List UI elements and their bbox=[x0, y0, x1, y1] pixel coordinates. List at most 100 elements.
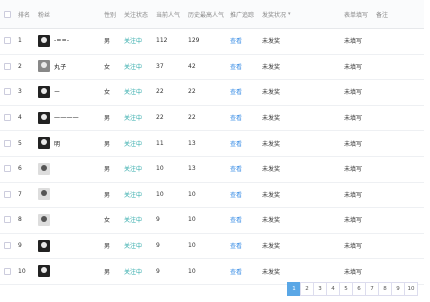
max-popularity-cell: 129 bbox=[188, 37, 200, 45]
form-status-cell: 未填写 bbox=[344, 166, 363, 174]
fan-cell: 一一一一 bbox=[38, 105, 79, 131]
page-button-2[interactable]: 2 bbox=[300, 282, 314, 296]
award-status-cell: 未发奖 bbox=[262, 89, 281, 97]
view-tracking-link[interactable]: 查看 bbox=[230, 130, 242, 156]
header-promotion-tracking: 推广追踪 bbox=[230, 11, 255, 19]
view-tracking-link[interactable]: 查看 bbox=[230, 258, 242, 284]
page-button-7[interactable]: 7 bbox=[365, 282, 379, 296]
table-row: 10 男 关注中 9 10 查看 未发奖 未填写 bbox=[0, 258, 430, 285]
fan-nickname: 明 bbox=[54, 140, 61, 148]
gender-cell: 男 bbox=[104, 243, 111, 251]
header-follow-status: 关注状态 bbox=[124, 11, 149, 19]
rank-cell: 1 bbox=[18, 37, 22, 45]
current-popularity-cell: 37 bbox=[156, 62, 164, 70]
row-checkbox[interactable] bbox=[4, 105, 11, 131]
fan-cell bbox=[38, 258, 54, 284]
max-popularity-cell: 10 bbox=[188, 267, 196, 275]
page-button-10[interactable]: 10 bbox=[404, 282, 418, 296]
row-checkbox[interactable] bbox=[4, 258, 11, 284]
rank-cell: 4 bbox=[18, 114, 22, 122]
row-checkbox[interactable] bbox=[4, 156, 11, 182]
max-popularity-cell: 10 bbox=[188, 190, 196, 198]
max-popularity-cell: 13 bbox=[188, 165, 196, 173]
header-max-popularity: 历史最高人气 bbox=[188, 11, 225, 19]
fan-cell: 丸子 bbox=[38, 54, 66, 80]
view-tracking-link[interactable]: 查看 bbox=[230, 105, 242, 131]
row-checkbox[interactable] bbox=[4, 130, 11, 156]
gender-cell: 男 bbox=[104, 268, 111, 276]
table-row: 8 女 关注中 9 10 查看 未发奖 未填写 bbox=[0, 207, 430, 234]
select-all-checkbox[interactable] bbox=[4, 0, 11, 28]
current-popularity-cell: 11 bbox=[156, 139, 164, 147]
follow-status-cell: 关注中 bbox=[124, 243, 143, 251]
current-popularity-cell: 9 bbox=[156, 242, 160, 250]
rank-cell: 3 bbox=[18, 88, 22, 96]
award-status-cell: 未发奖 bbox=[262, 166, 281, 174]
rank-cell: 9 bbox=[18, 242, 22, 250]
fan-nickname: 一一一一 bbox=[54, 115, 79, 123]
view-tracking-link[interactable]: 查看 bbox=[230, 28, 242, 54]
award-status-cell: 未发奖 bbox=[262, 268, 281, 276]
form-status-cell: 未填写 bbox=[344, 89, 363, 97]
fan-cell: -==- bbox=[38, 28, 69, 54]
follow-status-cell: 关注中 bbox=[124, 217, 143, 225]
award-status-cell: 未发奖 bbox=[262, 38, 281, 46]
fan-cell bbox=[38, 233, 54, 259]
avatar bbox=[38, 188, 50, 201]
rank-cell: 5 bbox=[18, 139, 22, 147]
header-fan: 粉丝 bbox=[38, 11, 51, 19]
page-button-8[interactable]: 8 bbox=[378, 282, 392, 296]
view-tracking-link[interactable]: 查看 bbox=[230, 54, 242, 80]
row-checkbox[interactable] bbox=[4, 182, 11, 208]
page-button-4[interactable]: 4 bbox=[326, 282, 340, 296]
row-checkbox[interactable] bbox=[4, 79, 11, 105]
page-button-6[interactable]: 6 bbox=[352, 282, 366, 296]
header-award-status[interactable]: 发奖状况 ▾ bbox=[262, 0, 291, 28]
view-tracking-link[interactable]: 查看 bbox=[230, 182, 242, 208]
gender-cell: 男 bbox=[104, 191, 111, 199]
row-checkbox[interactable] bbox=[4, 54, 11, 80]
current-popularity-cell: 22 bbox=[156, 88, 164, 96]
current-popularity-cell: 22 bbox=[156, 114, 164, 122]
view-tracking-link[interactable]: 查看 bbox=[230, 233, 242, 259]
rank-cell: 7 bbox=[18, 190, 22, 198]
form-status-cell: 未填写 bbox=[344, 38, 363, 46]
avatar bbox=[38, 60, 50, 73]
page-button-3[interactable]: 3 bbox=[313, 282, 327, 296]
page-button-1[interactable]: 1 bbox=[287, 282, 301, 296]
follow-status-cell: 关注中 bbox=[124, 115, 143, 123]
follow-status-cell: 关注中 bbox=[124, 63, 143, 71]
row-checkbox[interactable] bbox=[4, 28, 11, 54]
page-button-9[interactable]: 9 bbox=[391, 282, 405, 296]
table-row: 4 一一一一 男 关注中 22 22 查看 未发奖 未填写 bbox=[0, 105, 430, 132]
table-row: 9 男 关注中 9 10 查看 未发奖 未填写 bbox=[0, 233, 430, 260]
row-checkbox[interactable] bbox=[4, 233, 11, 259]
view-tracking-link[interactable]: 查看 bbox=[230, 79, 242, 105]
rank-cell: 6 bbox=[18, 165, 22, 173]
gender-cell: 女 bbox=[104, 63, 111, 71]
follow-status-cell: 关注中 bbox=[124, 268, 143, 276]
fan-cell bbox=[38, 156, 54, 182]
view-tracking-link[interactable]: 查看 bbox=[230, 207, 242, 233]
award-status-cell: 未发奖 bbox=[262, 243, 281, 251]
rank-cell: 10 bbox=[18, 267, 26, 275]
page-button-5[interactable]: 5 bbox=[339, 282, 353, 296]
current-popularity-cell: 112 bbox=[156, 37, 168, 45]
fan-cell bbox=[38, 207, 54, 233]
gender-cell: 男 bbox=[104, 115, 111, 123]
gender-cell: 女 bbox=[104, 89, 111, 97]
award-status-cell: 未发奖 bbox=[262, 63, 281, 71]
view-tracking-link[interactable]: 查看 bbox=[230, 156, 242, 182]
row-checkbox[interactable] bbox=[4, 207, 11, 233]
fan-cell: 明 bbox=[38, 130, 60, 156]
form-status-cell: 未填写 bbox=[344, 63, 363, 71]
max-popularity-cell: 13 bbox=[188, 139, 196, 147]
award-status-cell: 未发奖 bbox=[262, 140, 281, 148]
chevron-down-icon[interactable]: ▾ bbox=[288, 11, 291, 17]
follow-status-cell: 关注中 bbox=[124, 166, 143, 174]
header-rank: 排名 bbox=[18, 11, 31, 19]
form-status-cell: 未填写 bbox=[344, 217, 363, 225]
fan-nickname: -==- bbox=[54, 37, 70, 45]
follow-status-cell: 关注中 bbox=[124, 38, 143, 46]
fan-cell bbox=[38, 182, 54, 208]
